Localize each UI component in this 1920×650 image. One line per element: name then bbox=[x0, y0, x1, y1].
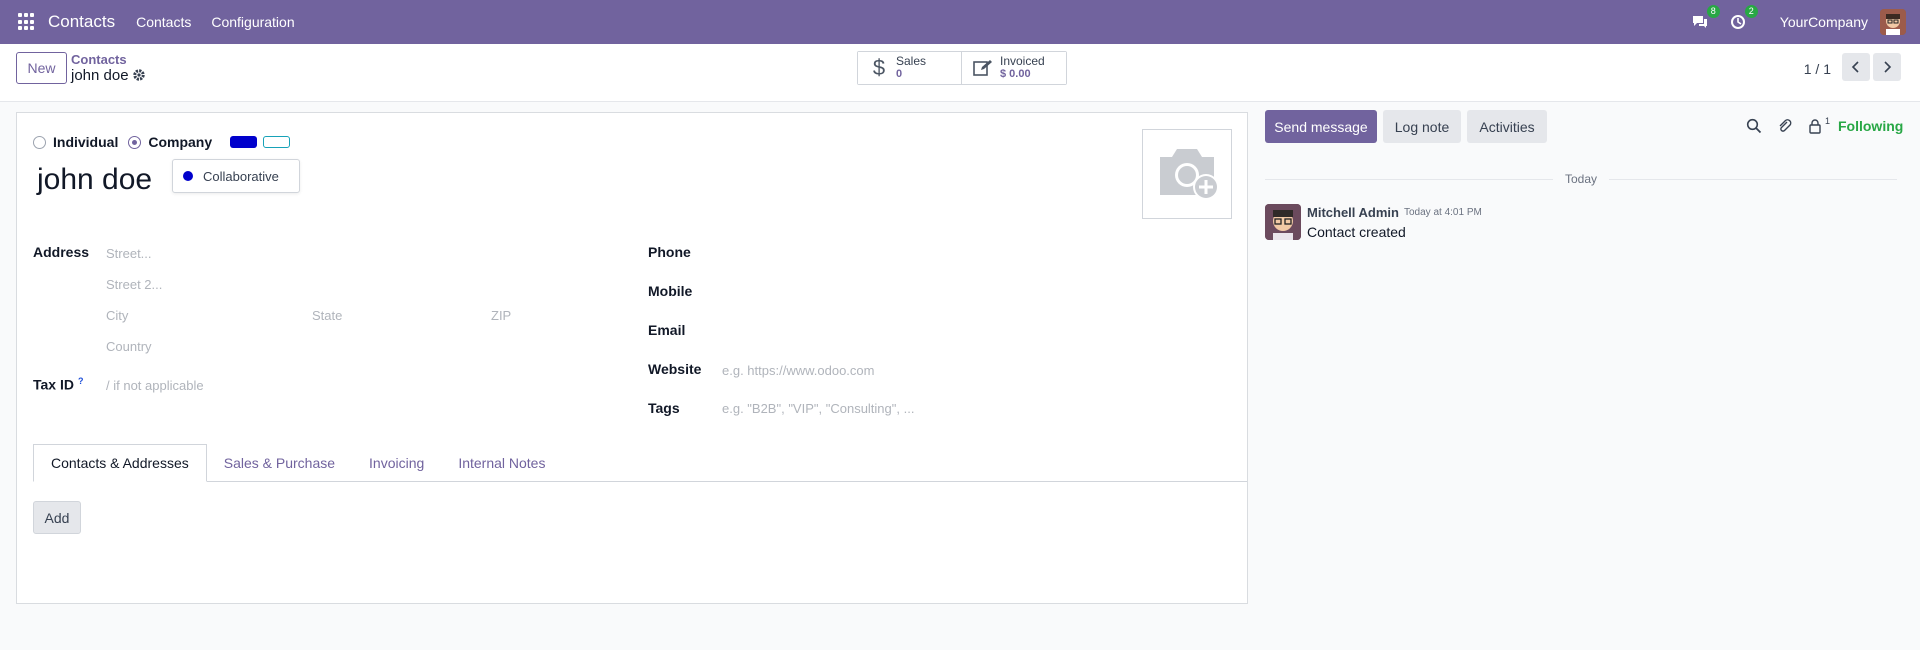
log-note-button[interactable]: Log note bbox=[1383, 110, 1461, 143]
color-picker-selected[interactable] bbox=[230, 136, 258, 148]
user-avatar[interactable] bbox=[1880, 9, 1906, 35]
email-label: Email bbox=[648, 322, 686, 338]
radio-individual-label[interactable]: Individual bbox=[53, 134, 118, 150]
message-timestamp: Today at 4:01 PM bbox=[1404, 207, 1482, 218]
message-body: Contact created bbox=[1307, 224, 1406, 240]
message-author[interactable]: Mitchell Admin bbox=[1307, 205, 1399, 220]
followers-lock-icon[interactable] bbox=[1808, 118, 1826, 136]
top-navbar: Contacts Contacts Configuration 8 2 Your… bbox=[0, 0, 1920, 44]
activities-clock-icon[interactable]: 2 bbox=[1728, 5, 1758, 32]
address-label: Address bbox=[33, 244, 90, 260]
sales-label: Sales bbox=[896, 54, 927, 68]
tab-sales-purchase[interactable]: Sales & Purchase bbox=[207, 444, 352, 482]
tax-id-text: Tax ID bbox=[33, 376, 74, 393]
date-separator-label: Today bbox=[1553, 172, 1610, 186]
breadcrumb-contacts[interactable]: Contacts bbox=[71, 52, 127, 67]
activities-button[interactable]: Activities bbox=[1467, 110, 1547, 143]
contact-name-field[interactable]: john doe bbox=[37, 163, 152, 197]
website-input[interactable] bbox=[722, 363, 874, 378]
send-message-button[interactable]: Send message bbox=[1265, 110, 1377, 143]
avatar-upload[interactable] bbox=[1142, 129, 1232, 219]
paperclip-icon[interactable] bbox=[1777, 118, 1795, 136]
dollar-icon: $ bbox=[872, 55, 886, 80]
email-input[interactable] bbox=[722, 322, 1122, 340]
color-picker-option[interactable] bbox=[263, 136, 291, 148]
city-input[interactable] bbox=[106, 308, 128, 323]
invoiced-value: $ 0.00 bbox=[1000, 68, 1031, 80]
radio-individual[interactable] bbox=[33, 135, 46, 149]
sales-value: 0 bbox=[896, 68, 903, 80]
pager-value[interactable]: 1 / 1 bbox=[1804, 61, 1831, 77]
tab-internal-notes[interactable]: Internal Notes bbox=[441, 444, 562, 482]
pager-next-button[interactable] bbox=[1873, 53, 1901, 81]
zip-input[interactable] bbox=[491, 308, 511, 323]
message-author-avatar[interactable] bbox=[1265, 204, 1301, 240]
control-panel: New Contacts john doe $ Sales 0 Invoiced… bbox=[0, 44, 1920, 102]
new-button[interactable]: New bbox=[16, 52, 67, 84]
invoiced-smart-button[interactable]: Invoiced $ 0.00 bbox=[962, 52, 1066, 84]
pager-previous-button[interactable] bbox=[1842, 53, 1870, 81]
street-input[interactable] bbox=[106, 246, 152, 261]
mobile-input[interactable] bbox=[722, 283, 1122, 301]
color-tooltip-label: Collaborative bbox=[203, 168, 279, 184]
country-input[interactable] bbox=[106, 339, 152, 354]
color-tooltip: Collaborative bbox=[172, 159, 300, 193]
form-sheet: Individual Company john doe Collaborativ… bbox=[16, 112, 1248, 604]
messages-badge: 8 bbox=[1706, 5, 1720, 18]
radio-company-label[interactable]: Company bbox=[148, 134, 212, 150]
tax-id-input[interactable] bbox=[106, 378, 204, 393]
menu-configuration[interactable]: Configuration bbox=[211, 14, 294, 30]
tags-label: Tags bbox=[648, 400, 680, 416]
mobile-label: Mobile bbox=[648, 283, 693, 299]
state-input[interactable] bbox=[312, 308, 342, 323]
app-name[interactable]: Contacts bbox=[48, 12, 115, 32]
messages-icon[interactable]: 8 bbox=[1690, 5, 1720, 32]
search-icon[interactable] bbox=[1746, 118, 1764, 136]
website-label: Website bbox=[648, 361, 702, 377]
edit-invoice-icon bbox=[972, 59, 994, 77]
add-contact-button[interactable]: Add bbox=[33, 501, 81, 534]
tags-input[interactable] bbox=[722, 401, 914, 416]
sales-smart-button[interactable]: $ Sales 0 bbox=[858, 52, 962, 84]
following-button[interactable]: Following bbox=[1838, 118, 1903, 134]
radio-company[interactable] bbox=[128, 135, 142, 149]
record-title: john doe bbox=[71, 67, 129, 84]
gear-icon[interactable] bbox=[132, 68, 146, 82]
company-switcher[interactable]: YourCompany bbox=[1780, 14, 1868, 30]
color-dot bbox=[183, 171, 193, 181]
menu-contacts[interactable]: Contacts bbox=[136, 14, 191, 30]
help-icon[interactable]: ? bbox=[78, 376, 84, 386]
camera-add-icon bbox=[1160, 149, 1219, 200]
followers-count: 1 bbox=[1825, 116, 1831, 126]
apps-grid-icon[interactable] bbox=[18, 13, 36, 31]
smart-buttons: $ Sales 0 Invoiced $ 0.00 bbox=[857, 51, 1067, 85]
phone-input[interactable] bbox=[722, 244, 1122, 262]
tab-invoicing[interactable]: Invoicing bbox=[352, 444, 441, 482]
street2-input[interactable] bbox=[106, 277, 162, 292]
tax-id-label: Tax ID? bbox=[33, 376, 83, 393]
company-type-selector: Individual Company bbox=[33, 134, 291, 150]
tab-contacts-addresses[interactable]: Contacts & Addresses bbox=[33, 444, 207, 482]
notebook-tabs: Contacts & Addresses Sales & Purchase In… bbox=[33, 444, 1247, 482]
invoiced-label: Invoiced bbox=[1000, 54, 1045, 68]
activities-badge: 2 bbox=[1744, 5, 1758, 18]
phone-label: Phone bbox=[648, 244, 691, 260]
